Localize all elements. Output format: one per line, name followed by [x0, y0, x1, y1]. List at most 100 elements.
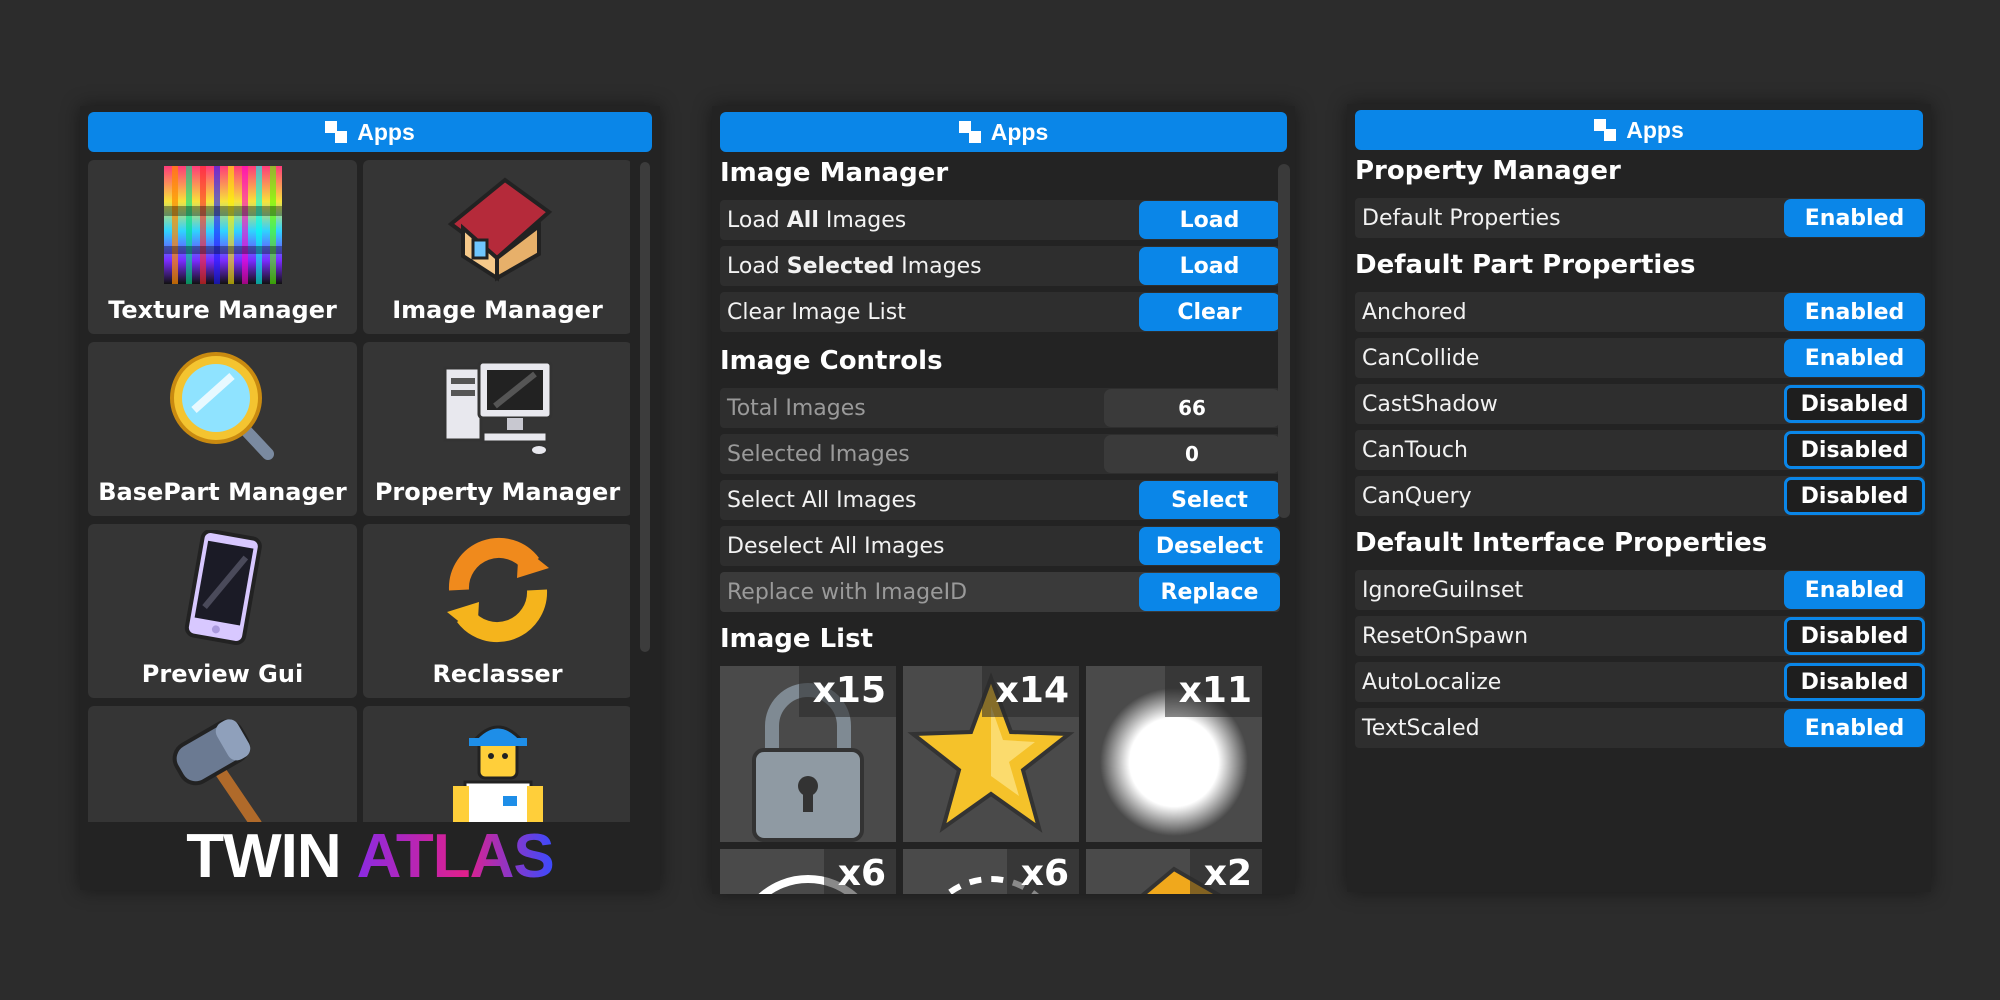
- hammer-icon: [164, 712, 282, 824]
- image-list-item[interactable]: x15: [720, 666, 896, 842]
- app-tile-label: Property Manager: [374, 478, 621, 506]
- app-tile-reclasser[interactable]: Reclasser: [363, 524, 630, 698]
- worker-icon: [439, 712, 557, 824]
- image-count: x15: [798, 666, 896, 717]
- property-row-anchored: Anchored Enabled: [1355, 292, 1925, 332]
- canquery-toggle[interactable]: Disabled: [1784, 477, 1925, 515]
- selected-images-value: 0: [1104, 435, 1280, 473]
- deselect-all-row: Deselect All Images Deselect: [720, 526, 1280, 566]
- property-label: CastShadow: [1362, 391, 1498, 417]
- image-count: x14: [981, 666, 1079, 717]
- apps-titlebar[interactable]: Apps: [88, 112, 652, 152]
- image-list-item[interactable]: x6: [720, 849, 896, 894]
- select-all-row: Select All Images Select: [720, 480, 1280, 520]
- app-tile-label: Texture Manager: [108, 296, 337, 324]
- deselect-button[interactable]: Deselect: [1139, 527, 1280, 565]
- property-label: ResetOnSpawn: [1362, 623, 1529, 649]
- clear-button[interactable]: Clear: [1139, 293, 1280, 331]
- app-tile-image-manager[interactable]: Image Manager: [363, 160, 630, 334]
- load-selected-label: Load Selected Images: [727, 253, 982, 279]
- property-row-textscaled: TextScaled Enabled: [1355, 708, 1925, 748]
- image-manager-scrollbar[interactable]: [1278, 164, 1290, 518]
- image-list: x15 x14 x11 x6 x6 x2: [720, 666, 1280, 894]
- total-images-row: Total Images 66: [720, 388, 1280, 428]
- replace-button[interactable]: Replace: [1139, 573, 1280, 611]
- resetonspawn-toggle[interactable]: Disabled: [1784, 617, 1925, 655]
- apps-titlebar[interactable]: Apps: [720, 112, 1287, 152]
- image-list-item[interactable]: x2: [1086, 849, 1262, 894]
- property-manager-panel: Apps Property Manager Default Properties…: [1347, 104, 1931, 892]
- image-count: x2: [1189, 849, 1262, 894]
- apps-title: Apps: [1626, 116, 1684, 143]
- apps-scrollbar[interactable]: [640, 162, 650, 652]
- textscaled-toggle[interactable]: Enabled: [1784, 709, 1925, 747]
- property-label: TextScaled: [1362, 715, 1480, 741]
- load-all-row: Load All Images Load: [720, 200, 1280, 240]
- property-label: CanQuery: [1362, 483, 1472, 509]
- clear-list-row: Clear Image List Clear: [720, 292, 1280, 332]
- total-images-value: 66: [1104, 389, 1280, 427]
- property-row-cantouch: CanTouch Disabled: [1355, 430, 1925, 470]
- image-manager-panel: Apps Image Manager Load All Images Load …: [712, 106, 1295, 894]
- app-tile-label: Reclasser: [432, 660, 563, 688]
- default-properties-row: Default Properties Enabled: [1355, 198, 1925, 238]
- ignoreguiinset-toggle[interactable]: Enabled: [1784, 571, 1925, 609]
- app-grid: Texture Manager Image Manager BasePart M…: [88, 160, 630, 824]
- castshadow-toggle[interactable]: Disabled: [1784, 385, 1925, 423]
- property-label: AutoLocalize: [1362, 669, 1502, 695]
- select-all-label: Select All Images: [727, 487, 917, 513]
- app-tile-label: Image Manager: [392, 296, 603, 324]
- apps-icon: [958, 121, 983, 143]
- app-tile-label: BasePart Manager: [98, 478, 347, 506]
- clear-list-label: Clear Image List: [727, 299, 906, 325]
- property-label: CanCollide: [1362, 345, 1480, 371]
- section-heading-image-controls: Image Controls: [720, 346, 943, 376]
- app-tile-worker[interactable]: [363, 706, 630, 824]
- cancollide-toggle[interactable]: Enabled: [1784, 339, 1925, 377]
- select-button[interactable]: Select: [1139, 481, 1280, 519]
- image-list-item[interactable]: x6: [903, 849, 1079, 894]
- property-row-canquery: CanQuery Disabled: [1355, 476, 1925, 516]
- magnifier-icon: [164, 348, 282, 466]
- image-list-item[interactable]: x14: [903, 666, 1079, 842]
- image-id-input[interactable]: Replace with ImageID: [720, 580, 967, 605]
- image-count: x6: [1006, 849, 1079, 894]
- house-icon: [439, 166, 557, 284]
- load-selected-button[interactable]: Load: [1139, 247, 1280, 285]
- app-tile-preview-gui[interactable]: Preview Gui: [88, 524, 357, 698]
- selected-images-row: Selected Images 0: [720, 434, 1280, 474]
- property-row-castshadow: CastShadow Disabled: [1355, 384, 1925, 424]
- app-tile-hammer[interactable]: [88, 706, 357, 824]
- image-count: x6: [823, 849, 896, 894]
- app-tile-basepart-manager[interactable]: BasePart Manager: [88, 342, 357, 516]
- property-row-resetonspawn: ResetOnSpawn Disabled: [1355, 616, 1925, 656]
- computer-icon: [439, 348, 557, 466]
- deselect-all-label: Deselect All Images: [727, 533, 945, 559]
- apps-titlebar[interactable]: Apps: [1355, 110, 1923, 150]
- cantouch-toggle[interactable]: Disabled: [1784, 431, 1925, 469]
- brand-logo: TWIN ATLAS: [80, 822, 660, 890]
- texture-swatch-icon: [163, 166, 282, 284]
- autolocalize-toggle[interactable]: Disabled: [1784, 663, 1925, 701]
- replace-row: Replace with ImageID Replace: [720, 572, 1280, 612]
- property-label: CanTouch: [1362, 437, 1468, 463]
- brand-word-atlas: ATLAS: [356, 821, 555, 891]
- apps-title: Apps: [357, 118, 415, 145]
- image-list-item[interactable]: x11: [1086, 666, 1262, 842]
- load-all-button[interactable]: Load: [1139, 201, 1280, 239]
- brand-word-twin: TWIN: [186, 821, 341, 891]
- apps-title: Apps: [990, 118, 1049, 145]
- image-count: x11: [1164, 666, 1262, 717]
- app-tile-property-manager[interactable]: Property Manager: [363, 342, 630, 516]
- phone-icon: [164, 530, 282, 648]
- section-heading-default-part-properties: Default Part Properties: [1355, 250, 1696, 280]
- property-label: IgnoreGuiInset: [1362, 577, 1524, 603]
- app-tile-texture-manager[interactable]: Texture Manager: [88, 160, 357, 334]
- default-properties-label: Default Properties: [1362, 205, 1561, 231]
- section-heading-image-list: Image List: [720, 624, 873, 654]
- default-properties-toggle[interactable]: Enabled: [1784, 199, 1925, 237]
- anchored-toggle[interactable]: Enabled: [1784, 293, 1925, 331]
- apps-icon: [1594, 119, 1618, 141]
- total-images-label: Total Images: [727, 395, 866, 421]
- refresh-icon: [439, 530, 557, 648]
